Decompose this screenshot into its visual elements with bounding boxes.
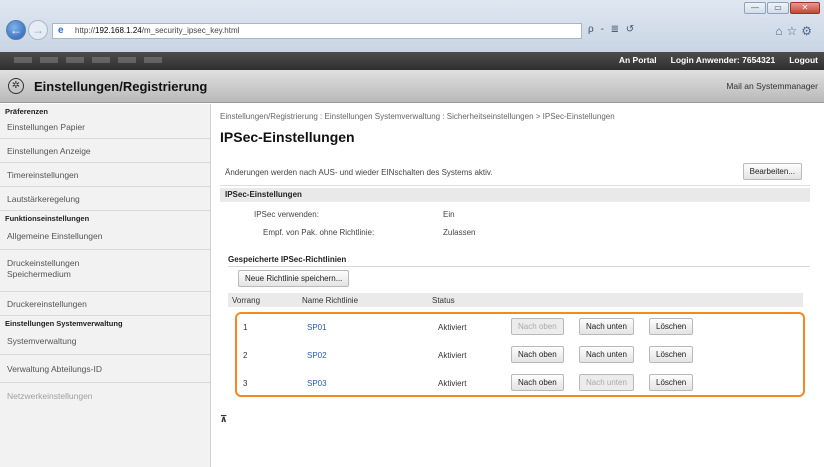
table-row: 3 SP03 Aktiviert Nach oben Nach unten Lö… <box>239 369 799 397</box>
maximize-button[interactable]: ▭ <box>767 2 789 14</box>
policy-table-header: Vorrang Name Richtlinie Status <box>228 293 803 307</box>
minimize-button[interactable]: — <box>744 2 766 14</box>
notice-row: Änderungen werden nach AUS- und wieder E… <box>220 159 810 186</box>
arrow-right-icon: → <box>32 23 44 37</box>
row-status: Aktiviert <box>438 351 467 360</box>
address-bar[interactable]: e http://192.168.1.24/m_security_ipsec_k… <box>52 23 582 39</box>
browser-chrome: — ▭ ✕ ← → e http://192.168.1.24/m_securi… <box>0 0 824 52</box>
page-title: IPSec-Einstellungen <box>220 129 355 145</box>
close-button[interactable]: ✕ <box>790 2 820 14</box>
sidebar-item-print-storage[interactable]: Druckeinstellungen Speichermedium <box>0 250 210 292</box>
back-button[interactable]: ← <box>6 20 26 40</box>
login-user: 7654321 <box>742 55 776 65</box>
column-status: Status <box>432 296 455 305</box>
settings-logo-icon: ✲ <box>8 78 24 94</box>
saved-policies-title: Gespeicherte IPSec-Richtlinien <box>228 255 347 264</box>
policy-name-link[interactable]: SP02 <box>307 351 327 360</box>
logout-link[interactable]: Logout <box>789 55 818 65</box>
gear-icon[interactable]: ⚙ <box>801 24 816 38</box>
arrow-left-icon: ← <box>10 23 22 37</box>
column-priority: Vorrang <box>232 296 261 305</box>
row-status: Aktiviert <box>438 379 467 388</box>
policy-name-link[interactable]: SP03 <box>307 379 327 388</box>
row-status: Aktiviert <box>438 323 467 332</box>
to-top-icon[interactable]: ⊼ <box>220 414 227 425</box>
move-up-button[interactable]: Nach oben <box>511 346 564 363</box>
blurred-device-info <box>14 57 164 63</box>
sidebar-item-printer-settings[interactable]: Druckereinstellungen <box>0 292 210 316</box>
sidebar-item-timer-settings[interactable]: Timereinstellungen <box>0 163 210 187</box>
window-controls: — ▭ ✕ <box>744 2 820 14</box>
receive-policy-label: Empf. von Pak. ohne Richtlinie: <box>263 228 375 237</box>
move-down-button[interactable]: Nach unten <box>579 318 634 335</box>
policy-name-link[interactable]: SP01 <box>307 323 327 332</box>
delete-button[interactable]: Löschen <box>649 346 694 363</box>
ipsec-use-value: Ein <box>443 210 455 219</box>
mail-to-manager-link[interactable]: Mail an Systemmanager <box>726 81 818 91</box>
restart-notice: Änderungen werden nach AUS- und wieder E… <box>225 168 493 177</box>
sidebar-item-network-settings[interactable]: Netzwerkeinstellungen <box>0 383 210 409</box>
url-prefix: http:// <box>75 26 96 35</box>
row-priority: 1 <box>243 323 248 332</box>
sidebar: Präferenzen Einstellungen Papier Einstel… <box>0 104 211 467</box>
sidebar-heading-preferences: Präferenzen <box>5 107 48 116</box>
address-tools[interactable]: ρ - ≣ ↺ <box>588 24 636 35</box>
move-up-button[interactable]: Nach oben <box>511 318 564 335</box>
save-new-policy-button[interactable]: Neue Richtlinie speichern... <box>238 270 350 287</box>
login-user-info: Login Anwender: 7654321 <box>671 55 776 65</box>
breadcrumb: Einstellungen/Registrierung : Einstellun… <box>220 112 615 121</box>
url-path: /m_security_ipsec_key.html <box>141 26 240 35</box>
sidebar-item-paper-settings[interactable]: Einstellungen Papier <box>0 115 210 139</box>
edit-button[interactable]: Bearbeiten... <box>742 163 802 180</box>
move-up-button[interactable]: Nach oben <box>511 374 564 391</box>
top-bar: An Portal Login Anwender: 7654321 Logout <box>0 52 824 70</box>
toolbar-icons: ⌂☆⚙ <box>775 24 816 38</box>
delete-button[interactable]: Löschen <box>649 374 694 391</box>
divider <box>228 266 810 267</box>
row-priority: 2 <box>243 351 248 360</box>
delete-button[interactable]: Löschen <box>649 318 694 335</box>
move-down-button[interactable]: Nach unten <box>579 374 634 391</box>
url-host: 192.168.1.24 <box>95 26 142 35</box>
sidebar-item-volume[interactable]: Lautstärkeregelung <box>0 187 210 211</box>
section-header-ipsec: IPSec-Einstellungen <box>220 188 810 202</box>
move-down-button[interactable]: Nach unten <box>579 346 634 363</box>
row-priority: 3 <box>243 379 248 388</box>
sidebar-item-department-id[interactable]: Verwaltung Abteilungs-ID <box>0 355 210 383</box>
star-icon[interactable]: ☆ <box>786 24 801 38</box>
title-bar: ✲ Einstellungen/Registrierung Mail an Sy… <box>0 70 824 103</box>
sidebar-item-display-settings[interactable]: Einstellungen Anzeige <box>0 139 210 163</box>
sidebar-heading-function-settings: Funktionseinstellungen <box>5 214 90 223</box>
home-icon[interactable]: ⌂ <box>775 24 786 38</box>
table-row: 2 SP02 Aktiviert Nach oben Nach unten Lö… <box>239 341 799 369</box>
receive-policy-value: Zulassen <box>443 228 476 237</box>
portal-link[interactable]: An Portal <box>619 55 657 65</box>
browser-logo-icon: e <box>58 25 64 36</box>
forward-button[interactable]: → <box>28 20 48 40</box>
login-label: Login Anwender: <box>670 55 740 65</box>
sidebar-item-system-management[interactable]: Systemverwaltung <box>0 327 210 355</box>
app-title: Einstellungen/Registrierung <box>34 79 208 94</box>
sidebar-item-general-settings[interactable]: Allgemeine Einstellungen <box>0 222 210 250</box>
main-content: Einstellungen/Registrierung : Einstellun… <box>211 104 824 467</box>
ipsec-use-label: IPSec verwenden: <box>254 210 319 219</box>
column-policy-name: Name Richtlinie <box>302 296 359 305</box>
table-row: 1 SP01 Aktiviert Nach oben Nach unten Lö… <box>239 313 799 341</box>
sidebar-heading-system-management: Einstellungen Systemverwaltung <box>5 319 123 328</box>
